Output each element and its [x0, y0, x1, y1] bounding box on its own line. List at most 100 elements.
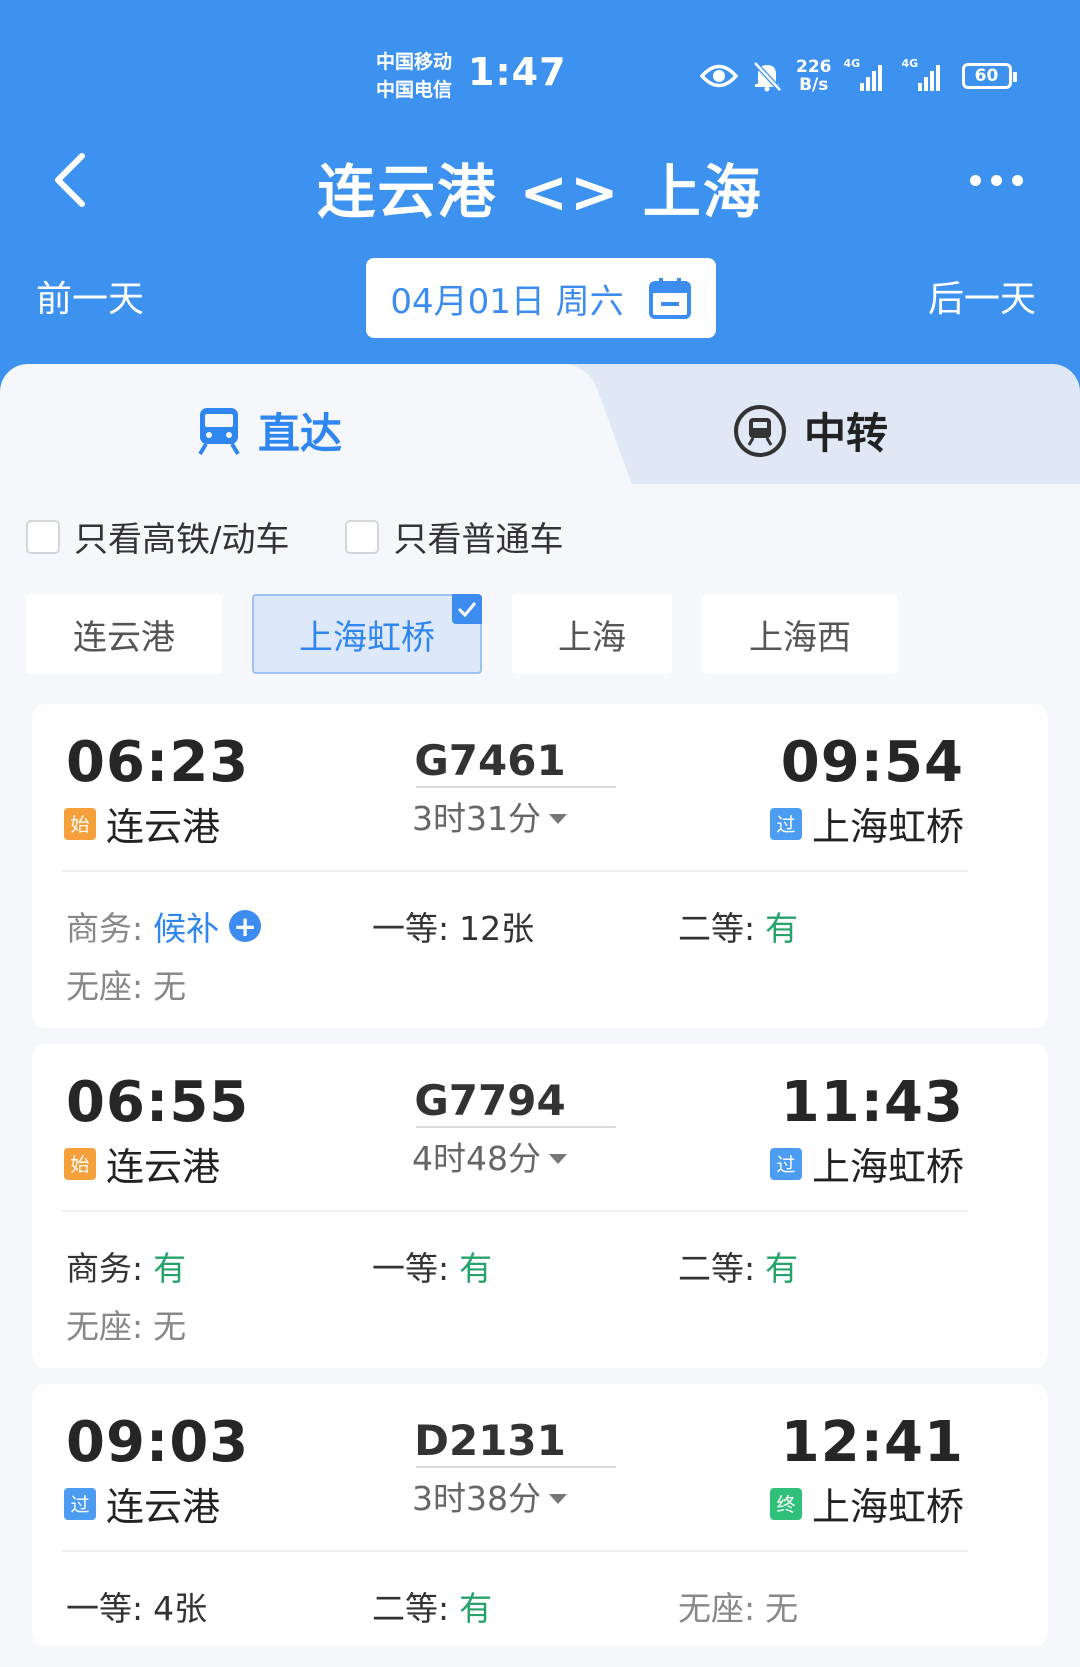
duration[interactable]: 3时31分 [412, 792, 567, 840]
check-icon [452, 594, 482, 624]
seat-value: 12张 [459, 909, 535, 948]
eye-icon [700, 64, 738, 88]
next-day-button[interactable]: 后一天 [928, 270, 1036, 322]
train-card[interactable]: 09:03 过 连云港 D2131 3时38分 12:41 终 上海虹桥 一等:… [32, 1384, 1048, 1646]
speed-value: 226 [796, 57, 832, 77]
seat-value: 4张 [153, 1589, 208, 1628]
arrival-station: 过 上海虹桥 [769, 1136, 964, 1191]
seat-business: 商务: 有 [66, 1242, 186, 1290]
more-icon[interactable] [970, 170, 1030, 190]
train-number[interactable]: G7461 [390, 736, 590, 785]
network-speed: 226 B/s [796, 58, 832, 94]
tab-direct-label: 直达 [258, 409, 343, 458]
chevron-down-icon [549, 1154, 567, 1164]
filter-normal[interactable]: 只看普通车 [345, 512, 563, 561]
arrival-station: 过 上海虹桥 [769, 796, 964, 851]
carrier-1: 中国移动 [376, 51, 453, 73]
station-chip-shanghai-west[interactable]: 上海西 [702, 594, 898, 674]
checkbox[interactable] [345, 519, 380, 554]
plus-icon[interactable]: + [229, 910, 262, 943]
station-chip-lianyungang[interactable]: 连云港 [26, 594, 222, 674]
filters: 只看高铁/动车 只看普通车 [26, 512, 563, 561]
seat-value: 无 [153, 1307, 187, 1346]
seat-label: 商务: [66, 1249, 144, 1288]
bell-off-icon [753, 61, 782, 92]
departure-station: 过 连云港 [64, 1476, 220, 1531]
duration-value: 3时38分 [412, 1479, 541, 1518]
signal-icon: 4G [844, 57, 890, 91]
calendar-icon [648, 278, 691, 319]
signal-icon-2: 4G [902, 57, 948, 91]
station-chip-label: 上海西 [749, 617, 851, 658]
station-chip-label: 连云港 [73, 617, 175, 658]
arrival-station-name: 上海虹桥 [811, 805, 964, 849]
seat-value: 有 [765, 1249, 799, 1288]
arrival-station: 终 上海虹桥 [769, 1476, 964, 1531]
duration[interactable]: 3时38分 [412, 1472, 567, 1520]
arrival-time: 11:43 [780, 1070, 964, 1135]
departure-time: 06:55 [66, 1070, 250, 1135]
tab-transfer-label: 中转 [804, 409, 889, 458]
duration-value: 3时31分 [412, 799, 541, 838]
seat-value: 无 [765, 1589, 799, 1628]
pass-badge: 过 [64, 1487, 96, 1520]
train-number[interactable]: D2131 [390, 1416, 590, 1465]
seat-standing: 无座: 无 [678, 1582, 798, 1630]
date-picker[interactable]: 04月01日 周六 [366, 258, 716, 338]
transfer-icon [734, 404, 786, 457]
prev-day-button[interactable]: 前一天 [36, 270, 144, 322]
filter-high-speed[interactable]: 只看高铁/动车 [26, 512, 289, 561]
station-chip-shanghai-hongqiao[interactable]: 上海虹桥 [252, 594, 482, 674]
departure-time: 09:03 [66, 1410, 250, 1475]
terminal-badge: 终 [769, 1487, 802, 1520]
seat-label: 二等: [678, 909, 756, 948]
arrival-time: 09:54 [780, 730, 964, 795]
departure-station: 始 连云港 [64, 1136, 220, 1191]
chevron-down-icon [549, 1494, 567, 1504]
station-chip-label: 上海虹桥 [299, 617, 435, 658]
seat-value: 有 [459, 1249, 493, 1288]
seat-label: 一等: [66, 1589, 144, 1628]
arrival-station-name: 上海虹桥 [811, 1485, 964, 1529]
carriers: 中国移动 中国电信 [376, 48, 452, 104]
seat-label: 无座: [678, 1589, 756, 1628]
duration-value: 4时48分 [412, 1139, 541, 1178]
carrier-2: 中国电信 [376, 79, 453, 101]
train-divider [416, 1126, 616, 1128]
clock: 1:47 [468, 50, 567, 94]
tab-bar: 直达 中转 [0, 364, 1080, 484]
arrival-station-name: 上海虹桥 [811, 1145, 964, 1189]
seat-standing: 无座: 无 [66, 960, 186, 1008]
seat-first-class: 一等: 12张 [372, 902, 534, 950]
seat-label: 无座: [66, 1307, 144, 1346]
train-divider [416, 1466, 616, 1468]
train-number[interactable]: G7794 [390, 1076, 590, 1125]
duration[interactable]: 4时48分 [412, 1132, 567, 1180]
origin-badge: 始 [64, 1147, 96, 1180]
pass-badge: 过 [769, 807, 802, 840]
train-card[interactable]: 06:55 始 连云港 G7794 4时48分 11:43 过 上海虹桥 商务:… [32, 1044, 1048, 1368]
departure-station: 始 连云港 [64, 796, 220, 851]
station-chip-shanghai[interactable]: 上海 [512, 594, 672, 674]
arrival-time: 12:41 [780, 1410, 964, 1475]
seat-business[interactable]: 商务: 候补 + [66, 902, 262, 950]
train-card[interactable]: 06:23 始 连云港 G7461 3时31分 09:54 过 上海虹桥 商务:… [32, 704, 1048, 1028]
seat-second-class: 二等: 有 [372, 1582, 492, 1630]
card-divider [62, 870, 968, 872]
tab-direct[interactable]: 直达 [196, 400, 342, 461]
seat-label: 二等: [372, 1589, 450, 1628]
train-divider [416, 786, 616, 788]
seat-value: 无 [153, 967, 187, 1006]
departure-station-name: 连云港 [106, 1485, 221, 1529]
status-bar: 中国移动 中国电信 1:47 226 B/s 4G 4G 60 [0, 40, 1080, 110]
seat-label: 商务: [66, 909, 144, 948]
seat-label: 二等: [678, 1249, 756, 1288]
filter-high-speed-label: 只看高铁/动车 [74, 520, 290, 560]
tab-transfer[interactable]: 中转 [732, 400, 888, 461]
net-type-1: 4G [843, 57, 861, 70]
seat-value: 有 [459, 1589, 493, 1628]
checkbox[interactable] [26, 519, 60, 554]
content-area: 只看高铁/动车 只看普通车 连云港 上海虹桥 上海 上海西 06:23 始 连云… [0, 484, 1080, 1667]
seat-second-class: 二等: 有 [678, 902, 798, 950]
battery-level: 60 [974, 66, 999, 86]
